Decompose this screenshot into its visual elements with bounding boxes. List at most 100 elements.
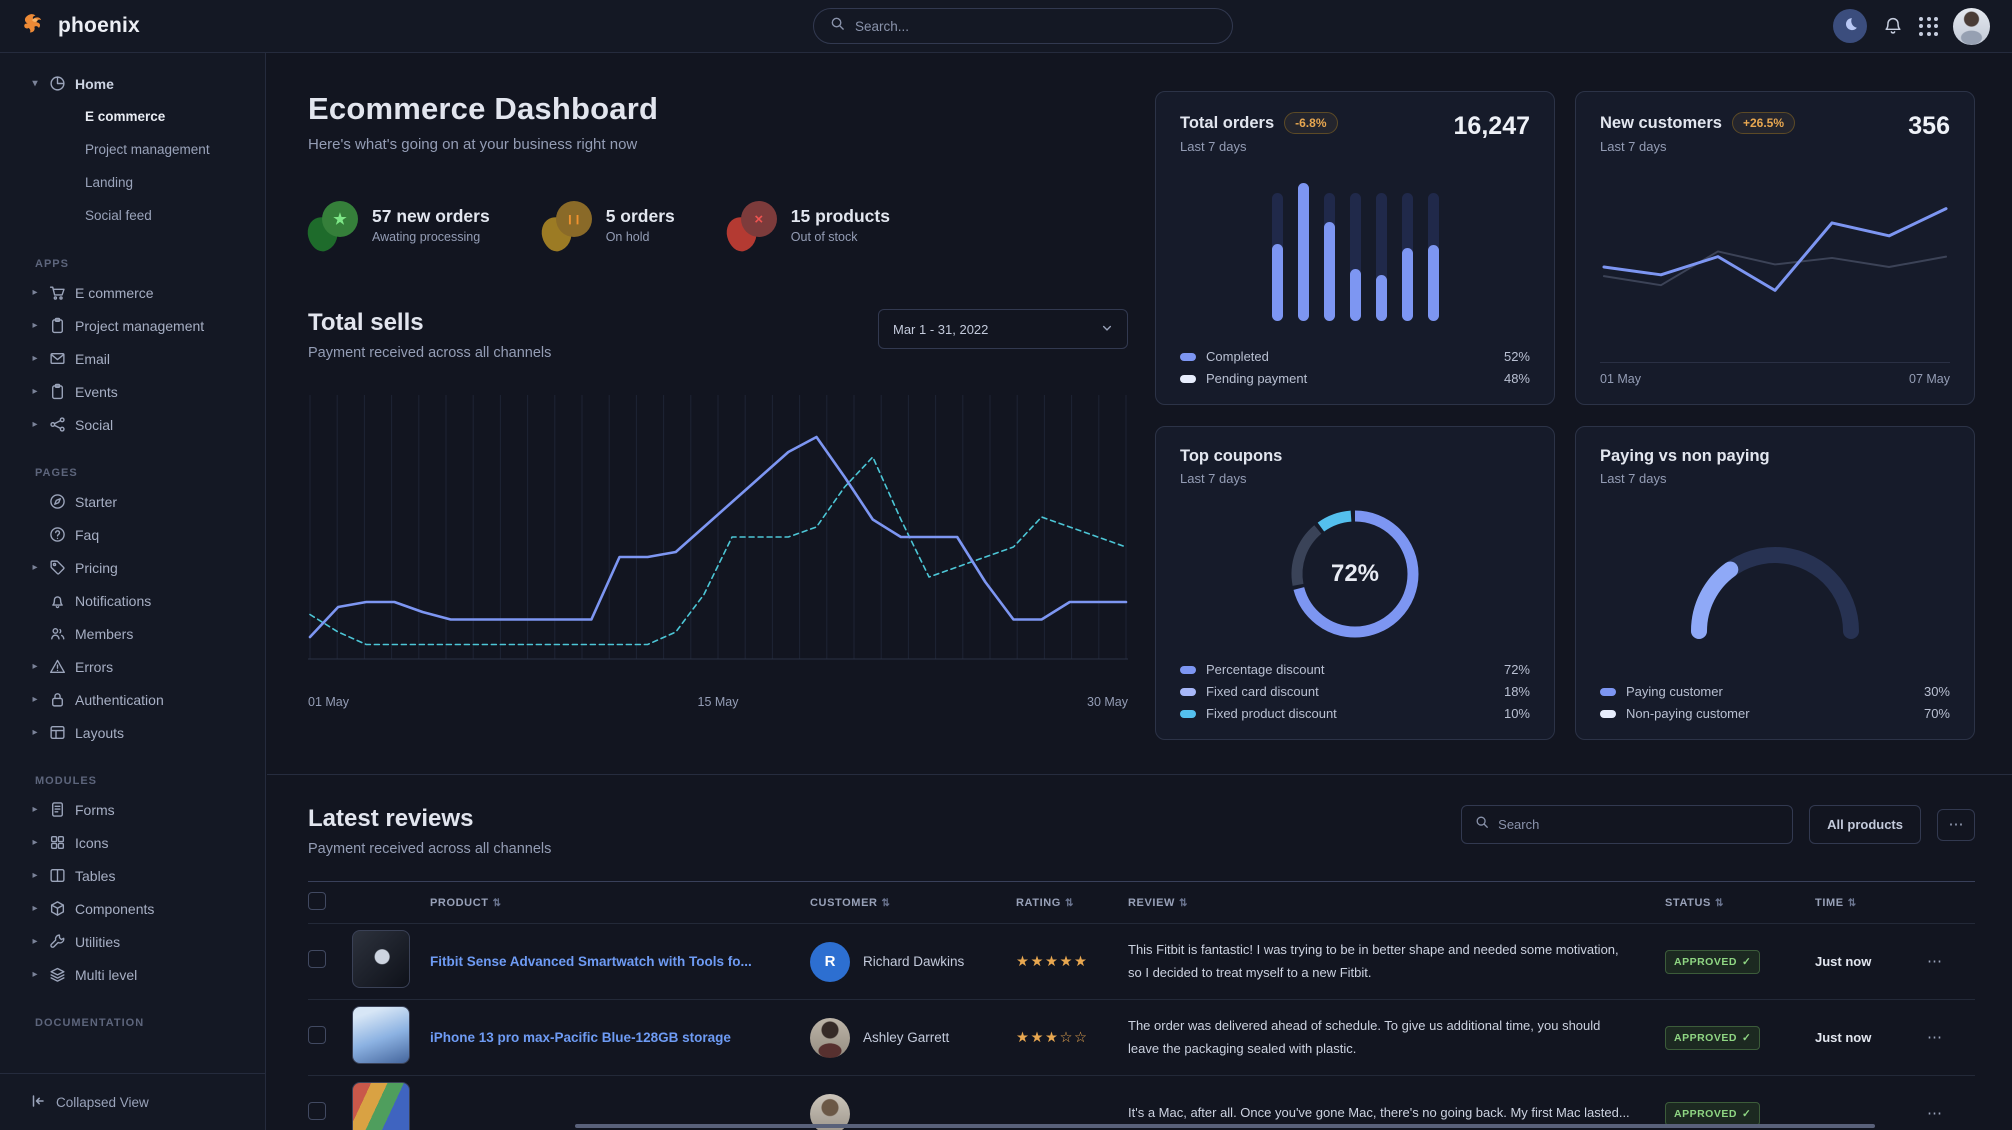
- column-header-time[interactable]: TIME⇅: [1815, 897, 1927, 909]
- sidebar-item-social-feed[interactable]: Social feed: [0, 199, 265, 232]
- sidebar-item-pricing[interactable]: ▸Pricing: [0, 551, 265, 584]
- column-header-rating[interactable]: RATING⇅: [1016, 897, 1128, 909]
- sidebar-item-email[interactable]: ▸Email: [0, 342, 265, 375]
- order-stats-row: ★57 new ordersAwating processing❙❙5 orde…: [308, 199, 1128, 251]
- top-coupons-donut-chart: 72%: [1288, 507, 1422, 641]
- notifications-button[interactable]: [1882, 14, 1904, 39]
- sidebar-item-icons[interactable]: ▸Icons: [0, 826, 265, 859]
- collapse-icon: [30, 1093, 46, 1112]
- new-customers-value: 356: [1908, 112, 1950, 141]
- sidebar-item-errors[interactable]: ▸Errors: [0, 650, 265, 683]
- sidebar-group-label: Home: [75, 76, 114, 92]
- sidebar-item-authentication[interactable]: ▸Authentication: [0, 683, 265, 716]
- sidebar-item-label: Forms: [75, 802, 115, 818]
- apps-menu-button[interactable]: [1919, 17, 1938, 36]
- sidebar-item-utilities[interactable]: ▸ Utilities: [0, 925, 265, 958]
- legend-swatch: [1180, 688, 1196, 696]
- check-icon: ✓: [1742, 956, 1751, 968]
- sidebar-item-project-management[interactable]: Project management: [0, 133, 265, 166]
- sidebar-item-faq[interactable]: Faq: [0, 518, 265, 551]
- theme-toggle-button[interactable]: [1833, 9, 1867, 43]
- stat-caption: Awating processing: [372, 230, 490, 244]
- sidebar-group-home[interactable]: ▾Home: [0, 67, 265, 100]
- legend-label: Paying customer: [1626, 684, 1723, 699]
- sidebar-item-layouts[interactable]: ▸Layouts: [0, 716, 265, 749]
- page-subtitle: Here's what's going on at your business …: [308, 136, 1128, 153]
- global-search[interactable]: [813, 8, 1233, 44]
- sidebar-item-label: Utilities: [75, 934, 120, 950]
- sidebar-item-components[interactable]: ▸Components: [0, 892, 265, 925]
- ecommerce-dashboard-screen: phoenix: [0, 0, 2012, 1130]
- stat-danger: ×15 productsOut of stock: [727, 199, 890, 251]
- sidebar-item-events[interactable]: ▸Events: [0, 375, 265, 408]
- paying-title: Paying vs non paying: [1600, 447, 1770, 466]
- reviews-search[interactable]: [1461, 805, 1793, 844]
- new-customers-chart-svg: [1600, 185, 1950, 327]
- legend-swatch: [1180, 710, 1196, 718]
- total-sells-title: Total sells: [308, 309, 551, 337]
- row-checkbox[interactable]: [308, 1102, 326, 1120]
- sort-icon: ⇅: [1065, 898, 1074, 909]
- row-more-button[interactable]: ⋯: [1927, 1104, 1942, 1122]
- total-sells-header: Total sells Payment received across all …: [308, 309, 1128, 361]
- sidebar-item-tables[interactable]: ▸Tables: [0, 859, 265, 892]
- product-link[interactable]: iPhone 13 pro max-Pacific Blue-128GB sto…: [430, 1030, 810, 1045]
- date-range-select[interactable]: Mar 1 - 31, 2022: [878, 309, 1128, 349]
- search-icon: [1475, 815, 1489, 834]
- page-title: Ecommerce Dashboard: [308, 91, 1128, 127]
- sidebar-item-project-management[interactable]: ▸Project management: [0, 309, 265, 342]
- new-customers-card: New customers +26.5% Last 7 days 356 01 …: [1575, 91, 1975, 405]
- row-more-button[interactable]: ⋯: [1927, 952, 1942, 970]
- stat-caption: On hold: [606, 230, 675, 244]
- legend-swatch: [1180, 666, 1196, 674]
- row-more-button[interactable]: ⋯: [1927, 1028, 1942, 1046]
- danger-blob-icon: ×: [727, 199, 777, 251]
- new-customers-change-badge: +26.5%: [1732, 112, 1795, 134]
- product-thumbnail-watch[interactable]: [352, 930, 410, 988]
- product-thumbnail-phone[interactable]: [352, 1006, 410, 1064]
- sidebar-item-e-commerce[interactable]: ▸E commerce: [0, 276, 265, 309]
- lock-icon: [49, 691, 66, 708]
- row-checkbox[interactable]: [308, 950, 326, 968]
- column-header-status[interactable]: STATUS⇅: [1665, 897, 1815, 909]
- sidebar-item-forms[interactable]: ▸Forms: [0, 793, 265, 826]
- column-header-customer[interactable]: CUSTOMER⇅: [810, 897, 1016, 909]
- sidebar-item-notifications[interactable]: Notifications: [0, 584, 265, 617]
- product-thumbnail-laptop[interactable]: [352, 1082, 410, 1130]
- total-orders-period: Last 7 days: [1180, 139, 1338, 154]
- profile-avatar[interactable]: [1953, 8, 1990, 45]
- sidebar-item-label: Email: [75, 351, 110, 367]
- paying-gauge-chart: [1675, 529, 1875, 641]
- search-input[interactable]: [855, 19, 1216, 34]
- column-header-product[interactable]: PRODUCT⇅: [430, 897, 810, 909]
- sidebar-item-e-commerce[interactable]: E commerce: [0, 100, 265, 133]
- sidebar-item-label: Multi level: [75, 967, 137, 983]
- reviews-search-input[interactable]: [1498, 817, 1779, 832]
- caret-right-icon: ▸: [30, 562, 40, 573]
- sidebar-item-landing[interactable]: Landing: [0, 166, 265, 199]
- column-header-review[interactable]: REVIEW⇅: [1128, 897, 1665, 909]
- caret-right-icon: ▸: [30, 903, 40, 914]
- reviews-controls: All products ⋯: [1461, 805, 1975, 844]
- select-all-checkbox[interactable]: [308, 892, 326, 910]
- sidebar-item-starter[interactable]: Starter: [0, 485, 265, 518]
- product-link[interactable]: Fitbit Sense Advanced Smartwatch with To…: [430, 954, 810, 969]
- row-checkbox[interactable]: [308, 1026, 326, 1044]
- legend-value: 30%: [1924, 684, 1950, 699]
- sidebar-item-members[interactable]: Members: [0, 617, 265, 650]
- stat-caption: Out of stock: [791, 230, 890, 244]
- reviews-more-button[interactable]: ⋯: [1937, 809, 1975, 841]
- horizontal-scrollbar[interactable]: [575, 1124, 1875, 1128]
- brand[interactable]: phoenix: [22, 10, 140, 42]
- collapse-sidebar-button[interactable]: Collapsed View: [0, 1073, 265, 1130]
- latest-reviews-section: Latest reviews Payment received across a…: [308, 805, 1975, 1130]
- sidebar-item-social[interactable]: ▸Social: [0, 408, 265, 441]
- legend-label: Completed: [1206, 349, 1269, 364]
- caret-right-icon: ▸: [30, 936, 40, 947]
- status-badge: APPROVED ✓: [1665, 950, 1760, 974]
- section-divider: [267, 774, 2012, 775]
- legend-swatch: [1180, 353, 1196, 361]
- all-products-filter-button[interactable]: All products: [1809, 805, 1921, 844]
- reviews-subtitle: Payment received across all channels: [308, 841, 551, 857]
- sidebar-item-multi-level[interactable]: ▸Multi level: [0, 958, 265, 991]
